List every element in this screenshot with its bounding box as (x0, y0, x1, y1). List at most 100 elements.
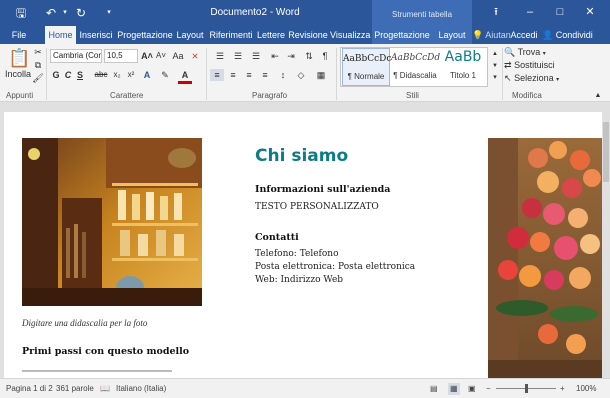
style-caption[interactable]: AaBbCcDd ¶ Didascalia (391, 48, 440, 86)
align-right-icon[interactable]: ≡ (242, 69, 256, 81)
document-title: Documento2 - Word (210, 7, 300, 18)
tab-file[interactable]: File (6, 26, 32, 44)
share-label: Condividi (555, 30, 593, 40)
zoom-slider[interactable] (496, 384, 556, 393)
web-line[interactable]: Web: Indirizzo Web (255, 275, 343, 285)
tab-mailings[interactable]: Lettere (256, 26, 286, 44)
zoom-level[interactable]: 100% (576, 383, 596, 395)
sort-icon[interactable]: ⇅ (302, 50, 316, 62)
group-separator (206, 48, 207, 100)
font-name-select[interactable]: Cambria (Cor (50, 49, 102, 63)
text-effects-icon[interactable]: A (140, 69, 154, 81)
sign-in-link[interactable]: Accedi (508, 26, 540, 44)
shrink-font-icon[interactable]: A˅ (154, 50, 168, 62)
shop-photo[interactable] (22, 138, 202, 306)
replace-icon: ⇄ (504, 60, 512, 70)
paste-button[interactable]: Incolla (4, 68, 32, 80)
select-button[interactable]: ↖ Seleziona ▾ (504, 72, 560, 86)
tab-table-design[interactable]: Progettazione (372, 26, 432, 44)
grow-font-icon[interactable]: A˄ (140, 50, 154, 62)
customize-qat-icon[interactable]: ▾ (102, 6, 116, 20)
tab-design[interactable]: Progettazione (116, 26, 174, 44)
word-count[interactable]: 361 parole (56, 383, 94, 395)
tell-me-label: Aiutan (485, 30, 511, 40)
web-layout-icon[interactable]: ▣ (468, 383, 476, 395)
align-left-icon[interactable]: ≡ (210, 69, 224, 81)
decrease-indent-icon[interactable]: ⇤ (268, 50, 282, 62)
vertical-scrollbar[interactable] (602, 102, 610, 378)
collapse-ribbon-icon[interactable]: ▲ (592, 90, 604, 102)
styles-scroll-up-icon[interactable]: ▲ (490, 48, 500, 60)
replace-button[interactable]: ⇄ Sostituisci (504, 59, 560, 71)
proofing-icon[interactable]: 📖 (100, 383, 110, 395)
language-indicator[interactable]: Italiano (Italia) (116, 383, 166, 395)
numbering-icon[interactable]: ☰ (230, 50, 246, 62)
bold-button[interactable]: G (50, 69, 62, 81)
ribbon-display-options-icon[interactable]: ⭱ (486, 3, 506, 21)
justify-icon[interactable]: ≡ (258, 69, 272, 81)
pilcrow-icon[interactable]: ¶ (318, 50, 332, 62)
page-title[interactable]: Chi siamo (255, 146, 348, 166)
tab-review[interactable]: Revisione (288, 26, 328, 44)
zoom-out-icon[interactable]: − (486, 383, 491, 395)
about-text[interactable]: TESTO PERSONALIZZATO (255, 202, 379, 212)
clear-formatting-icon[interactable]: ⨯ (188, 50, 202, 62)
print-layout-icon[interactable]: ▦ (448, 383, 460, 395)
about-heading[interactable]: Informazioni sull'azienda (255, 184, 390, 195)
document-page[interactable]: Digitare una didascalia per la foto Prim… (4, 112, 602, 378)
find-button[interactable]: 🔍 Trova ▾ (504, 46, 554, 60)
tab-bar: File Home Inserisci Progettazione Layout… (0, 26, 610, 44)
share-button[interactable]: 👤 Condividi (542, 28, 604, 42)
zoom-slider-thumb[interactable] (525, 384, 528, 393)
dropdown-arrow-icon[interactable]: ▾ (58, 6, 72, 20)
increase-indent-icon[interactable]: ⇥ (284, 50, 298, 62)
tab-table-layout[interactable]: Layout (432, 26, 472, 44)
tell-me-search[interactable]: 💡 Aiutan (472, 26, 511, 44)
save-icon[interactable]: 🖫 (14, 6, 28, 20)
strikethrough-button[interactable]: abc (92, 69, 110, 81)
format-painter-icon[interactable]: 🖌 (32, 72, 44, 84)
photo-caption[interactable]: Digitare una didascalia per la foto (22, 318, 147, 328)
italic-button[interactable]: C (62, 69, 74, 81)
page-count[interactable]: Pagina 1 di 2 (6, 383, 53, 395)
font-size-select[interactable]: 10,5 (104, 49, 138, 63)
borders-icon[interactable]: ▦ (314, 69, 328, 81)
cut-icon[interactable]: ✂ (32, 46, 44, 58)
styles-scroll-down-icon[interactable]: ▼ (490, 60, 500, 72)
font-color-button[interactable]: A (178, 69, 192, 84)
scrollbar-thumb[interactable] (603, 122, 609, 182)
line-spacing-icon[interactable]: ↕ (276, 69, 290, 81)
lightbulb-icon: 💡 (472, 30, 484, 40)
minimize-icon[interactable]: – (520, 3, 540, 21)
tab-references[interactable]: Riferimenti (208, 26, 254, 44)
email-line[interactable]: Posta elettronica: Posta elettronica (255, 262, 415, 272)
contacts-heading[interactable]: Contatti (255, 232, 299, 243)
read-mode-icon[interactable]: ▤ (430, 383, 438, 395)
style-heading-1[interactable]: AaBb Titolo 1 (439, 48, 487, 86)
change-case-icon[interactable]: Aa (170, 50, 186, 62)
copy-icon[interactable]: ⧉ (32, 59, 44, 71)
shading-icon[interactable]: ◇ (294, 69, 308, 81)
zoom-in-icon[interactable]: + (560, 383, 565, 395)
multilevel-list-icon[interactable]: ☰ (248, 50, 264, 62)
bullets-icon[interactable]: ☰ (212, 50, 228, 62)
subscript-button[interactable]: x₂ (110, 69, 124, 81)
align-center-icon[interactable]: ≡ (226, 69, 240, 81)
tab-view[interactable]: Visualizza (330, 26, 370, 44)
close-icon[interactable]: ✕ (580, 3, 600, 21)
undo-icon[interactable]: ↶ (44, 6, 58, 20)
superscript-button[interactable]: x² (124, 69, 138, 81)
tab-home[interactable]: Home (45, 26, 76, 44)
phone-line[interactable]: Telefono: Telefono (255, 249, 339, 259)
highlight-icon[interactable]: ✎ (158, 69, 172, 81)
flower-photo[interactable] (488, 138, 602, 378)
underline-button[interactable]: S (74, 69, 86, 81)
redo-icon[interactable]: ↻ (74, 6, 88, 20)
styles-more-icon[interactable]: ▾ (490, 72, 500, 84)
maximize-icon[interactable]: □ (550, 3, 570, 21)
paste-icon[interactable]: 📋 (8, 48, 30, 68)
tab-layout[interactable]: Layout (174, 26, 206, 44)
style-normal[interactable]: AaBbCcDc ¶ Normale (342, 48, 391, 86)
tab-insert[interactable]: Inserisci (78, 26, 114, 44)
side-heading[interactable]: Primi passi con questo modello (22, 346, 189, 357)
